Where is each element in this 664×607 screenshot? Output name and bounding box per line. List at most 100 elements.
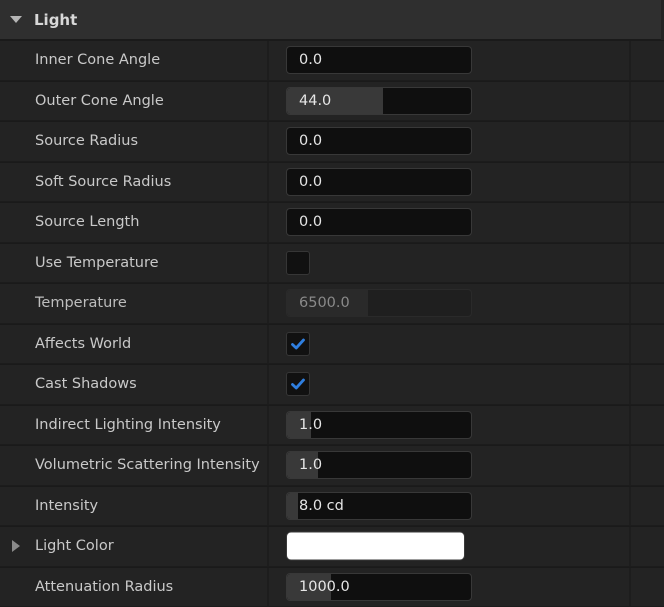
- property-value: 0.0: [286, 127, 472, 156]
- column-splitter[interactable]: [267, 81, 269, 120]
- cast-shadows-checkbox[interactable]: [286, 372, 310, 397]
- attenuation-radius-input[interactable]: 1000.0: [286, 572, 472, 601]
- input-value: 6500.0: [299, 295, 350, 312]
- property-label: Soft Source Radius: [35, 173, 172, 190]
- property-row-indirect-lighting-intensity: Indirect Lighting Intensity 1.0: [0, 404, 664, 445]
- property-row-intensity: Intensity 8.0 cd: [0, 485, 664, 526]
- property-row-attenuation-radius: Attenuation Radius 1000.0: [0, 566, 664, 607]
- indirect-lighting-intensity-input[interactable]: 1.0: [286, 410, 472, 439]
- property-label: Intensity: [35, 497, 99, 514]
- property-value: [286, 331, 310, 356]
- property-value: 8.0 cd: [286, 491, 472, 520]
- extension-column-divider: [629, 486, 631, 525]
- input-value: 1.0: [299, 457, 323, 474]
- column-splitter[interactable]: [267, 486, 269, 525]
- property-row-source-radius: Source Radius 0.0: [0, 121, 664, 162]
- column-splitter[interactable]: [267, 122, 269, 161]
- extension-column-divider: [629, 446, 631, 485]
- input-value: 0.0: [299, 173, 323, 190]
- extension-column-divider: [629, 365, 631, 404]
- temperature-input: 6500.0: [286, 289, 472, 318]
- volumetric-scattering-intensity-input[interactable]: 1.0: [286, 451, 472, 480]
- property-row-soft-source-radius: Soft Source Radius 0.0: [0, 161, 664, 202]
- expand-arrow-icon[interactable]: [12, 540, 20, 553]
- section-title: Light: [34, 10, 78, 29]
- column-splitter[interactable]: [267, 567, 269, 606]
- column-splitter[interactable]: [267, 203, 269, 242]
- slider-fill: [287, 492, 299, 519]
- property-label: Indirect Lighting Intensity: [35, 416, 221, 433]
- use-temperature-checkbox[interactable]: [286, 250, 310, 275]
- source-length-input[interactable]: 0.0: [286, 208, 472, 237]
- column-splitter[interactable]: [267, 41, 269, 80]
- property-label: Use Temperature: [35, 254, 159, 271]
- property-row-use-temperature: Use Temperature: [0, 242, 664, 283]
- extension-column-divider: [629, 284, 631, 323]
- property-value: [286, 531, 465, 561]
- property-row-outer-cone-angle: Outer Cone Angle 44.0: [0, 80, 664, 121]
- property-value: 6500.0: [286, 289, 472, 318]
- property-row-volumetric-scattering-intensity: Volumetric Scattering Intensity 1.0: [0, 445, 664, 486]
- column-splitter[interactable]: [267, 162, 269, 201]
- column-splitter[interactable]: [267, 527, 269, 566]
- property-value: 1.0: [286, 410, 472, 439]
- property-label: Attenuation Radius: [35, 578, 174, 595]
- column-splitter[interactable]: [267, 446, 269, 485]
- extension-column-divider: [629, 567, 631, 606]
- property-row-cast-shadows: Cast Shadows: [0, 364, 664, 405]
- extension-column-divider: [629, 527, 631, 566]
- property-row-affects-world: Affects World: [0, 323, 664, 364]
- input-value: 0.0: [299, 133, 323, 150]
- property-label: Source Radius: [35, 133, 139, 150]
- property-label: Affects World: [35, 335, 132, 352]
- light-color-swatch[interactable]: [286, 531, 465, 561]
- extension-column-divider: [629, 162, 631, 201]
- extension-column-divider: [629, 243, 631, 282]
- extension-column-divider: [629, 122, 631, 161]
- outer-cone-angle-input[interactable]: 44.0: [286, 86, 472, 115]
- property-value: [286, 250, 310, 275]
- collapse-triangle-icon[interactable]: [10, 16, 22, 23]
- property-value: 0.0: [286, 167, 472, 196]
- source-radius-input[interactable]: 0.0: [286, 127, 472, 156]
- extension-column-divider: [629, 41, 631, 80]
- column-splitter[interactable]: [267, 284, 269, 323]
- intensity-input[interactable]: 8.0 cd: [286, 491, 472, 520]
- column-splitter[interactable]: [267, 405, 269, 444]
- input-value: 1000.0: [299, 578, 350, 595]
- extension-column-divider: [629, 203, 631, 242]
- column-splitter[interactable]: [267, 365, 269, 404]
- property-label: Cast Shadows: [35, 376, 137, 393]
- property-label: Temperature: [35, 295, 127, 312]
- input-value: 0.0: [299, 52, 323, 69]
- property-label: Volumetric Scattering Intensity: [35, 457, 260, 474]
- property-row-light-color: Light Color: [0, 526, 664, 567]
- property-list: Inner Cone Angle 0.0 Outer Cone Angle 44.0 S…: [0, 40, 664, 607]
- extension-column-divider: [629, 324, 631, 363]
- property-value: 1000.0: [286, 572, 472, 601]
- extension-column-divider: [629, 81, 631, 120]
- property-label: Outer Cone Angle: [35, 92, 164, 109]
- affects-world-checkbox[interactable]: [286, 331, 310, 356]
- details-panel: Light Inner Cone Angle 0.0 Outer Cone Angl…: [0, 0, 664, 607]
- property-value: 1.0: [286, 451, 472, 480]
- property-label: Light Color: [35, 538, 114, 555]
- soft-source-radius-input[interactable]: 0.0: [286, 167, 472, 196]
- inner-cone-angle-input[interactable]: 0.0: [286, 46, 472, 75]
- input-value: 44.0: [299, 92, 332, 109]
- property-value: 0.0: [286, 46, 472, 75]
- property-value: [286, 372, 310, 397]
- light-section-header[interactable]: Light: [0, 0, 664, 40]
- checkmark-icon: [291, 378, 305, 390]
- property-value: 0.0: [286, 208, 472, 237]
- column-splitter[interactable]: [267, 324, 269, 363]
- column-splitter[interactable]: [267, 243, 269, 282]
- property-label: Inner Cone Angle: [35, 52, 161, 69]
- property-row-temperature: Temperature 6500.0: [0, 283, 664, 324]
- property-value: 44.0: [286, 86, 472, 115]
- extension-column-divider: [629, 405, 631, 444]
- checkmark-icon: [291, 338, 305, 350]
- input-value: 0.0: [299, 214, 323, 231]
- input-value: 8.0 cd: [299, 497, 344, 514]
- property-row-inner-cone-angle: Inner Cone Angle 0.0: [0, 40, 664, 81]
